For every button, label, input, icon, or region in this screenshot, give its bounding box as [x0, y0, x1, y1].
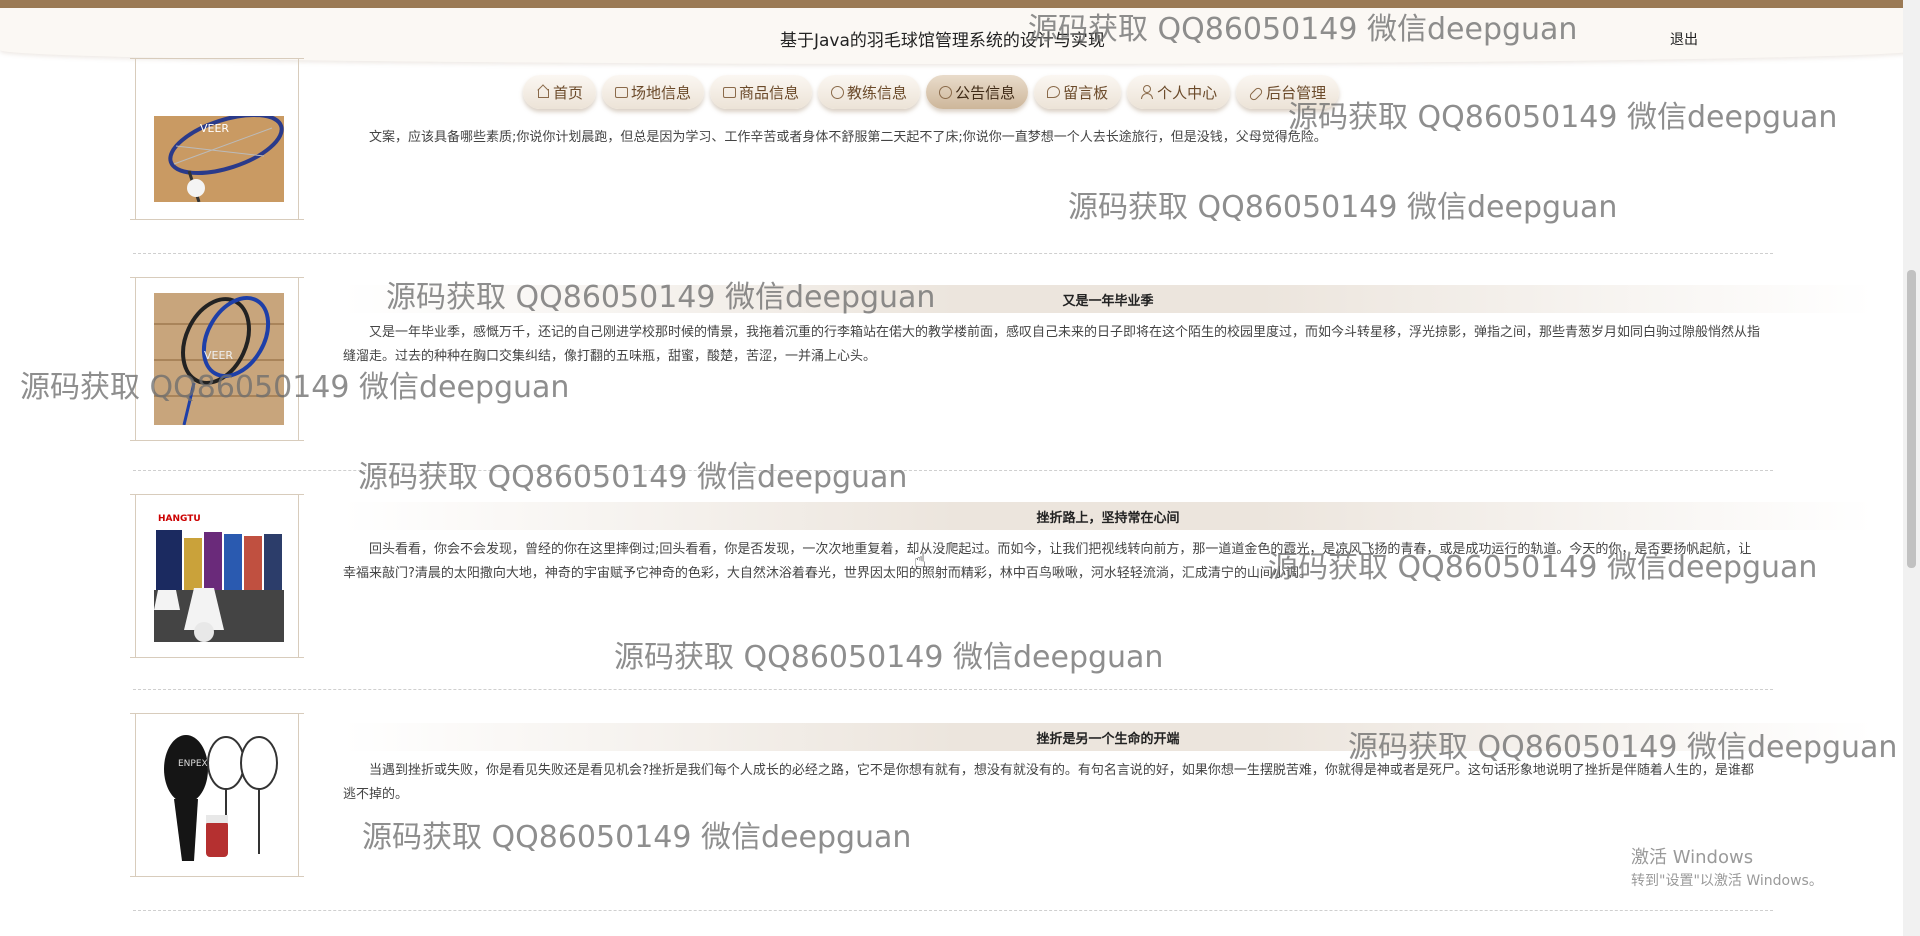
notice-body: 文案，应该具备哪些素质;你说你计划晨跑，但总是因为学习、工作辛苦或者身体不舒服第… — [369, 130, 1327, 145]
racket-set-image: ENPEX — [154, 729, 284, 861]
notice-title[interactable]: 挫折是另一个生命的开端 — [1036, 728, 1179, 747]
scrollbar-thumb[interactable] — [1907, 270, 1916, 568]
windows-activation-subtitle: 转到"设置"以激活 Windows。 — [1631, 873, 1823, 889]
notice-title[interactable]: 挫折路上，坚持常在心间 — [1036, 507, 1179, 526]
notice-body: 又是一年毕业季，感慨万千，还记的自己刚进学校那时候的情景，我拖着沉重的行李箱站在… — [343, 325, 1761, 364]
notice-item[interactable]: VEER 又是一年毕业季 又是一年毕业季，感慨万千，还记的自己刚进学校那时候的情… — [130, 277, 1873, 447]
notice-body: 回头看看，你会不会发现，曾经的你在这里摔倒过;回头看看，你是否发现，一次次地重复… — [343, 542, 1752, 581]
thumb-brand-label: HANGTU — [158, 514, 201, 524]
notice-item[interactable]: VEER 文案，应该具备哪些素质;你说你计划晨跑，但总是因为学习、工作辛苦或者身… — [130, 58, 1773, 228]
divider — [133, 470, 1773, 471]
thumb-brand-label: ENPEX — [178, 759, 208, 769]
thumb-brand-label: VEER — [200, 122, 230, 135]
notice-item[interactable]: HANGTU 挫折路上，坚持常在心间 回头看看，你会不会发现，曾经的你在这里摔倒… — [130, 494, 1873, 664]
divider — [133, 910, 1773, 911]
notice-title-band: 又是一年毕业季 — [343, 285, 1873, 313]
divider — [133, 253, 1773, 254]
racket-image: VEER — [154, 293, 284, 425]
watermark: 源码获取 QQ86050149 微信deepguan — [358, 460, 908, 495]
thumb-brand-label: VEER — [204, 349, 234, 362]
notice-title[interactable]: 又是一年毕业季 — [1062, 290, 1153, 309]
racket-image: VEER — [154, 116, 284, 202]
shuttlecock-image: HANGTU — [154, 510, 284, 642]
notice-thumbnail[interactable]: VEER — [130, 277, 304, 441]
notice-title-band: 挫折是另一个生命的开端 — [343, 723, 1873, 751]
notice-thumbnail[interactable]: VEER — [130, 58, 304, 220]
windows-activation-title: 激活 Windows — [1631, 847, 1754, 868]
hand-cursor-icon: ☝ — [914, 548, 927, 572]
site-title: 基于Java的羽毛球馆管理系统的设计与实现 — [780, 31, 1105, 51]
header-accent-line — [0, 0, 1920, 8]
notice-body: 当遇到挫折或失败，你是看见失败还是看见机会?挫折是我们每个人成长的必经之路，它不… — [343, 763, 1754, 802]
notice-thumbnail[interactable]: HANGTU — [130, 494, 304, 658]
notice-item[interactable]: ENPEX 挫折是另一个生命的开端 当遇到挫折或失败，你是看见失败还是看见机会?… — [130, 713, 1873, 883]
notice-thumbnail[interactable]: ENPEX — [130, 713, 304, 877]
logout-link[interactable]: 退出 — [1670, 29, 1698, 49]
notice-title-band: 挫折路上，坚持常在心间 — [343, 502, 1873, 530]
page-scrollbar[interactable] — [1903, 0, 1920, 936]
divider — [133, 689, 1773, 690]
